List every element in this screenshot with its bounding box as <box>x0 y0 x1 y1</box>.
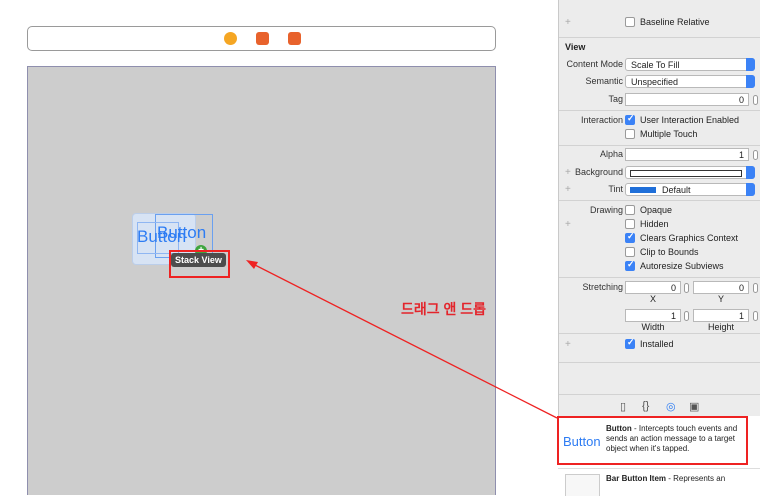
plus-icon[interactable]: + <box>565 167 571 178</box>
installed-row: + Installed <box>559 337 760 352</box>
background-color-select[interactable] <box>625 166 755 179</box>
autoresize-checkbox[interactable] <box>625 259 635 271</box>
opaque-checkbox[interactable] <box>625 205 635 215</box>
bar-item-desc: - Represents an <box>666 474 726 483</box>
semantic-row: Semantic Unspecified <box>559 75 760 89</box>
plus-icon[interactable]: + <box>565 339 571 350</box>
first-responder-icon[interactable] <box>256 32 269 45</box>
chevron-down-icon <box>746 166 755 179</box>
user-interaction-label: User Interaction Enabled <box>640 115 740 125</box>
object-library-icon[interactable]: ◎ <box>666 400 676 413</box>
opaque-label: Opaque <box>640 205 673 215</box>
tag-stepper[interactable] <box>753 95 758 105</box>
exit-icon[interactable] <box>288 32 301 45</box>
user-interaction-checkbox[interactable] <box>625 113 635 125</box>
view-controller-scene[interactable] <box>27 66 496 495</box>
tag-field[interactable]: 0 <box>625 93 749 106</box>
clears-row: Clears Graphics Context <box>559 231 760 246</box>
stretch-height-caption: Height <box>707 322 734 332</box>
baseline-relative-row: + Baseline Relative <box>559 16 760 30</box>
installed-label: Installed <box>640 339 674 349</box>
library-row-divider <box>558 468 760 469</box>
semantic-select[interactable]: Unspecified <box>625 75 755 88</box>
view-controller-icon[interactable] <box>224 32 237 45</box>
tint-select[interactable]: Default <box>625 183 755 196</box>
autoresize-label: Autoresize Subviews <box>640 261 724 271</box>
baseline-relative-checkbox[interactable] <box>625 17 635 27</box>
drag-and-drop-annotation: 드래그 앤 드롭 <box>401 301 487 317</box>
installed-checkbox[interactable] <box>625 337 635 349</box>
view-section-title: View <box>565 42 586 52</box>
tint-row: + Tint Default <box>559 183 760 197</box>
stretch-x-caption: X <box>649 294 656 304</box>
tint-value: Default <box>662 185 691 195</box>
semantic-label: Semantic <box>585 76 623 86</box>
background-row: + Background <box>559 166 760 180</box>
content-mode-value: Scale To Fill <box>631 60 680 70</box>
library-tab-bar: ▯ {} ◎ ▣ <box>558 396 760 416</box>
hidden-row: + Hidden <box>559 218 760 232</box>
plus-icon[interactable]: + <box>565 184 571 195</box>
multiple-touch-checkbox[interactable] <box>625 129 635 139</box>
clip-row: Clip to Bounds <box>559 246 760 260</box>
bar-button-item-thumbnail <box>565 474 600 496</box>
alpha-field[interactable]: 1 <box>625 148 749 161</box>
chevron-down-icon <box>746 183 755 196</box>
scene-dock-bar <box>27 26 496 51</box>
library-bar-button-item[interactable]: Bar Button Item - Represents an <box>606 474 756 483</box>
autoresize-row: Autoresize Subviews <box>559 259 760 274</box>
plus-icon[interactable]: + <box>565 17 571 28</box>
clip-to-bounds-checkbox[interactable] <box>625 247 635 257</box>
content-mode-select[interactable]: Scale To Fill <box>625 58 755 71</box>
stretch-width-caption: Width <box>641 322 665 332</box>
background-label: Background <box>574 167 623 177</box>
tooltip-highlight-box <box>169 250 230 278</box>
content-mode-label: Content Mode <box>566 59 623 69</box>
resize-handle-icon <box>15 462 25 482</box>
stretch-height-field[interactable]: 1 <box>693 309 749 322</box>
stretch-width-stepper[interactable] <box>684 311 689 321</box>
clears-graphics-checkbox[interactable] <box>625 231 635 243</box>
background-swatch <box>630 170 742 177</box>
multiple-touch-row: Multiple Touch <box>559 128 760 142</box>
content-mode-row: Content Mode Scale To Fill <box>559 58 760 72</box>
stretch-y-stepper[interactable] <box>753 283 758 293</box>
tag-label: Tag <box>608 94 623 104</box>
hidden-label: Hidden <box>640 219 669 229</box>
stretch-width-field[interactable]: 1 <box>625 309 681 322</box>
bar-item-bold: Bar Button Item <box>606 474 666 483</box>
plus-icon[interactable]: + <box>565 219 571 230</box>
file-template-icon[interactable]: ▯ <box>620 400 626 413</box>
stretch-height-stepper[interactable] <box>753 311 758 321</box>
hidden-checkbox[interactable] <box>625 219 635 229</box>
alpha-stepper[interactable] <box>753 150 758 160</box>
semantic-value: Unspecified <box>631 77 679 87</box>
stretch-x-stepper[interactable] <box>684 283 689 293</box>
clears-graphics-label: Clears Graphics Context <box>640 233 739 243</box>
alpha-row: Alpha 1 <box>559 148 760 162</box>
drawing-opaque-row: Drawing Opaque <box>559 204 760 218</box>
interaction-row: Interaction User Interaction Enabled <box>559 113 760 128</box>
interaction-label: Interaction <box>580 115 623 125</box>
tint-swatch <box>630 187 656 193</box>
multiple-touch-label: Multiple Touch <box>640 129 698 139</box>
code-snippet-icon[interactable]: {} <box>642 400 649 412</box>
alpha-label: Alpha <box>599 149 623 159</box>
baseline-relative-label: Baseline Relative <box>640 17 710 27</box>
stretching-label: Stretching <box>582 282 623 292</box>
library-highlight-box <box>557 416 748 465</box>
stretch-y-field[interactable]: 0 <box>693 281 749 294</box>
existing-button-label[interactable]: Button <box>157 223 206 243</box>
stretch-y-caption: Y <box>717 294 724 304</box>
chevron-down-icon <box>746 58 755 71</box>
chevron-down-icon <box>746 75 755 88</box>
tag-row: Tag 0 <box>559 93 760 107</box>
media-library-icon[interactable]: ▣ <box>689 400 699 413</box>
drawing-label: Drawing <box>589 205 623 215</box>
clip-to-bounds-label: Clip to Bounds <box>640 247 699 257</box>
tint-label: Tint <box>608 184 623 194</box>
stretch-x-field[interactable]: 0 <box>625 281 681 294</box>
